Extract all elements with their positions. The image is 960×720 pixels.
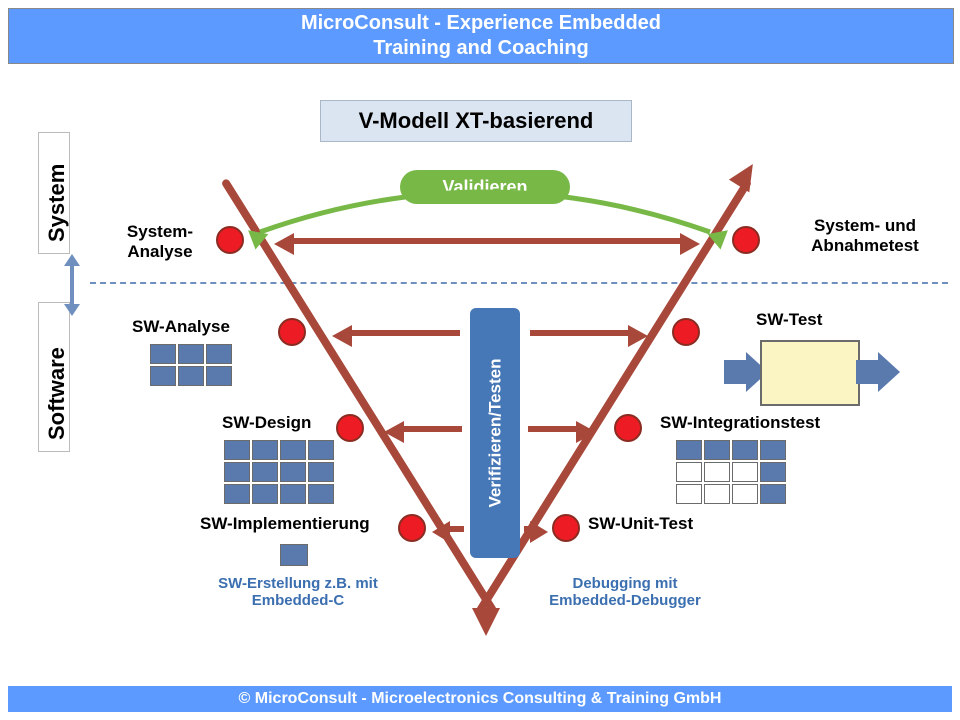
- swtest-box: [760, 340, 860, 406]
- label-sw-test: SW-Test: [756, 310, 822, 330]
- link-arrow-2r: [530, 330, 630, 336]
- link-arrow-2-left-icon: [332, 325, 352, 347]
- axis-connector: [70, 264, 74, 306]
- caption-left: SW-Erstellung z.B. mit Embedded-C: [208, 575, 388, 609]
- link-arrow-1-left-icon: [274, 233, 294, 255]
- node-sw-implementierung: [398, 514, 426, 542]
- label-sw-implementierung: SW-Implementierung: [200, 514, 370, 534]
- node-sw-integrationstest: [614, 414, 642, 442]
- label-sw-integrationstest: SW-Integrationstest: [660, 413, 820, 433]
- link-arrow-4-right-icon: [530, 521, 548, 543]
- label-system-abnahmetest: System- und Abnahmetest: [790, 216, 940, 256]
- axis-label-system: System: [44, 164, 70, 242]
- grid-sw-integration: [676, 440, 784, 502]
- swtest-out-arrow-icon: [878, 352, 900, 392]
- v-right-arrowhead-icon: [729, 158, 763, 193]
- grid-sw-analyse: [150, 344, 230, 384]
- label-sw-design: SW-Design: [222, 413, 311, 433]
- link-arrow-4-left-icon: [432, 521, 450, 543]
- swtest-in-arrow-body: [724, 360, 748, 384]
- link-arrow-3l: [402, 426, 462, 432]
- caption-right: Debugging mit Embedded-Debugger: [530, 575, 720, 609]
- link-arrow-3-left-icon: [384, 421, 404, 443]
- link-arrow-2-right-icon: [628, 325, 648, 347]
- label-system-analyse: System- Analyse: [110, 222, 210, 262]
- footer-banner: © MicroConsult - Microelectronics Consul…: [8, 686, 952, 712]
- diagram-title: V-Modell XT-basierend: [320, 100, 632, 142]
- grid-sw-impl: [280, 544, 306, 566]
- link-arrow-3-right-icon: [576, 421, 596, 443]
- axis-connector-up-icon: [64, 254, 80, 266]
- node-sw-unit-test: [552, 514, 580, 542]
- label-sw-analyse: SW-Analyse: [132, 317, 230, 337]
- header-line1: MicroConsult - Experience Embedded: [9, 11, 953, 36]
- link-arrow-1: [292, 238, 682, 244]
- link-arrow-3r: [528, 426, 578, 432]
- validate-arc-icon: [240, 172, 730, 242]
- node-system-abnahmetest: [732, 226, 760, 254]
- link-arrow-2l: [350, 330, 460, 336]
- swtest-out-arrow-body: [856, 360, 880, 384]
- verify-box: Verifizieren/Testen: [470, 308, 520, 558]
- node-sw-test: [672, 318, 700, 346]
- v-bottom-arrowhead-icon: [472, 608, 500, 636]
- system-software-divider: [90, 282, 948, 284]
- label-sw-unit-test: SW-Unit-Test: [588, 514, 693, 534]
- link-arrow-4l: [448, 526, 464, 532]
- node-sw-analyse: [278, 318, 306, 346]
- header-line2: Training and Coaching: [9, 36, 953, 61]
- node-system-analyse: [216, 226, 244, 254]
- verify-label: Verifizieren/Testen: [485, 359, 505, 508]
- link-arrow-1-right-icon: [680, 233, 700, 255]
- header-banner: MicroConsult - Experience Embedded Train…: [8, 8, 954, 64]
- axis-label-software: Software: [44, 347, 70, 440]
- grid-sw-design: [224, 440, 332, 502]
- axis-connector-down-icon: [64, 304, 80, 316]
- node-sw-design: [336, 414, 364, 442]
